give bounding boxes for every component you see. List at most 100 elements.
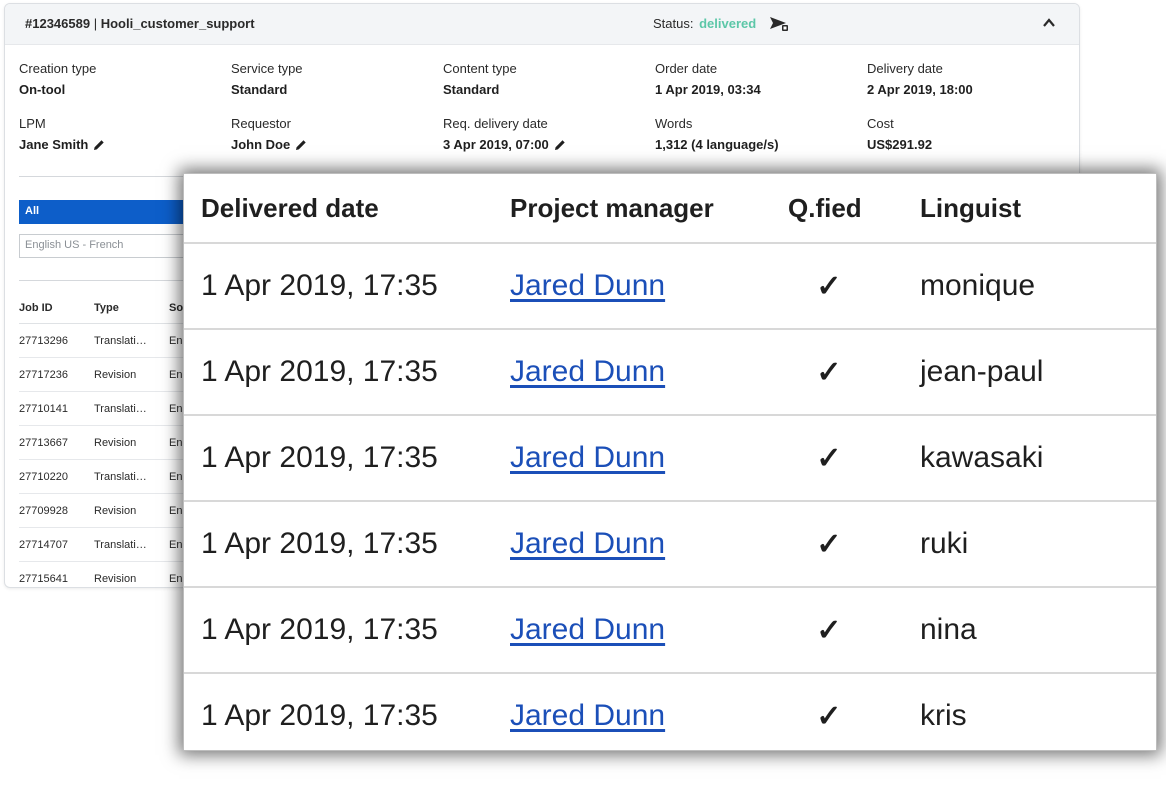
project-manager-link[interactable]: Jared Dunn — [510, 355, 665, 388]
table-row: 1 Apr 2019, 17:35 Jared Dunn ✓ jean-paul — [184, 330, 1156, 416]
qualified-check-icon: ✓ — [816, 699, 842, 733]
delivery-date-field: Delivery date 2 Apr 2019, 18:00 — [867, 61, 973, 97]
job-type: Revision — [94, 368, 137, 381]
words-label: Words — [655, 116, 693, 131]
order-status: Status: delivered — [653, 16, 756, 31]
lpm-label: LPM — [19, 116, 46, 131]
job-id: 27709928 — [19, 504, 68, 517]
table-row[interactable]: 27709928 Revision En — [19, 494, 209, 528]
delivery-date-label: Delivery date — [867, 61, 943, 76]
req-delivery-date-field: Req. delivery date 3 Apr 2019, 07:00 — [443, 116, 566, 152]
job-id: 27713667 — [19, 436, 68, 449]
creation-type-field: Creation type On-tool — [19, 61, 96, 97]
linguist-name: nina — [920, 613, 977, 646]
qualified-check-icon: ✓ — [816, 613, 842, 647]
linguist-name: kris — [920, 699, 967, 732]
order-title-separator: | — [93, 16, 98, 31]
status-value: delivered — [699, 16, 757, 31]
lpm-field: LPM Jane Smith — [19, 116, 105, 152]
requestor-label: Requestor — [231, 116, 291, 131]
order-id: #12346589 — [25, 16, 91, 31]
content-type-label: Content type — [443, 61, 517, 76]
cost-value: US$291.92 — [867, 137, 933, 152]
delivered-table-header: Delivered date Project manager Q.fied Li… — [184, 174, 1156, 244]
type-header: Type — [94, 302, 119, 314]
creation-type-value: On-tool — [19, 82, 66, 97]
linguist-name: ruki — [920, 527, 969, 560]
content-type-field: Content type Standard — [443, 61, 517, 97]
requestor-value: John Doe — [231, 137, 307, 152]
project-manager-link[interactable]: Jared Dunn — [510, 613, 665, 646]
cost-field: Cost US$291.92 — [867, 116, 932, 152]
send-icon — [770, 17, 788, 31]
cost-label: Cost — [867, 116, 894, 131]
job-type: Translati… — [94, 538, 147, 551]
table-row[interactable]: 27710141 Translati… En — [19, 392, 209, 426]
table-row: 1 Apr 2019, 17:35 Jared Dunn ✓ nina — [184, 588, 1156, 674]
req-delivery-date-value: 3 Apr 2019, 07:00 — [443, 137, 566, 152]
order-date-label: Order date — [655, 61, 718, 76]
job-id: 27715641 — [19, 572, 68, 585]
project-manager-link[interactable]: Jared Dunn — [510, 269, 665, 302]
words-field: Words 1,312 (4 language/s) — [655, 116, 779, 152]
table-row: 1 Apr 2019, 17:35 Jared Dunn ✓ ruki — [184, 502, 1156, 588]
table-row[interactable]: 27717236 Revision En — [19, 358, 209, 392]
table-row: 1 Apr 2019, 17:35 Jared Dunn ✓ kawasaki — [184, 416, 1156, 502]
table-row[interactable]: 27713296 Translati… En — [19, 324, 209, 358]
jobs-table-header: Job ID Type So — [19, 293, 209, 324]
job-type: Revision — [94, 572, 137, 585]
delivered-date: 1 Apr 2019, 17:35 — [201, 699, 438, 732]
order-card-header: #12346589 | Hooli_customer_support Statu… — [5, 4, 1079, 45]
table-row[interactable]: 27715641 Revision En — [19, 562, 209, 587]
job-id: 27717236 — [19, 368, 68, 381]
job-type: Translati… — [94, 470, 147, 483]
delivered-date: 1 Apr 2019, 17:35 — [201, 355, 438, 388]
job-id-header: Job ID — [19, 302, 53, 314]
qualified-check-icon: ✓ — [816, 441, 842, 475]
job-type: Revision — [94, 436, 137, 449]
service-type-field: Service type Standard — [231, 61, 303, 97]
job-id: 27710220 — [19, 470, 68, 483]
order-date-field: Order date 1 Apr 2019, 03:34 — [655, 61, 761, 97]
delivered-table-zoom: Delivered date Project manager Q.fied Li… — [183, 173, 1157, 751]
delivered-date-header: Delivered date — [201, 192, 379, 223]
table-row[interactable]: 27713667 Revision En — [19, 426, 209, 460]
linguist-name: monique — [920, 269, 1036, 302]
qualified-check-icon: ✓ — [816, 355, 842, 389]
order-date-value: 1 Apr 2019, 03:34 — [655, 82, 761, 97]
chevron-up-icon[interactable] — [1041, 16, 1057, 30]
linguist-name: jean-paul — [920, 355, 1044, 388]
order-title: #12346589 | Hooli_customer_support — [25, 16, 255, 31]
req-delivery-date-label: Req. delivery date — [443, 116, 548, 131]
qualified-check-icon: ✓ — [816, 527, 842, 561]
project-manager-link[interactable]: Jared Dunn — [510, 527, 665, 560]
table-row: 1 Apr 2019, 17:35 Jared Dunn ✓ monique — [184, 244, 1156, 330]
job-type: Revision — [94, 504, 137, 517]
pencil-icon[interactable] — [295, 139, 307, 151]
creation-type-label: Creation type — [19, 61, 97, 76]
pencil-icon[interactable] — [93, 139, 105, 151]
pencil-icon[interactable] — [554, 139, 566, 151]
delivered-date: 1 Apr 2019, 17:35 — [201, 441, 438, 474]
job-type: Translati… — [94, 334, 147, 347]
requestor-field: Requestor John Doe — [231, 116, 307, 152]
table-row[interactable]: 27710220 Translati… En — [19, 460, 209, 494]
qualified-check-icon: ✓ — [816, 269, 842, 303]
job-type: Translati… — [94, 402, 147, 415]
project-manager-link[interactable]: Jared Dunn — [510, 441, 665, 474]
status-label: Status: — [653, 16, 694, 31]
delivered-date: 1 Apr 2019, 17:35 — [201, 613, 438, 646]
job-id: 27710141 — [19, 402, 68, 415]
content-type-value: Standard — [443, 82, 500, 97]
project-manager-link[interactable]: Jared Dunn — [510, 699, 665, 732]
linguist-name: kawasaki — [920, 441, 1044, 474]
project-manager-header: Project manager — [510, 192, 714, 223]
jobs-table: Job ID Type So 27713296 Translati… En 2771… — [19, 293, 209, 587]
linguist-header: Linguist — [920, 192, 1022, 223]
delivered-date: 1 Apr 2019, 17:35 — [201, 269, 438, 302]
table-row[interactable]: 27714707 Translati… En — [19, 528, 209, 562]
words-value: 1,312 (4 language/s) — [655, 137, 779, 152]
table-row: 1 Apr 2019, 17:35 Jared Dunn ✓ kris — [184, 674, 1156, 750]
job-id: 27713296 — [19, 334, 68, 347]
service-type-value: Standard — [231, 82, 288, 97]
